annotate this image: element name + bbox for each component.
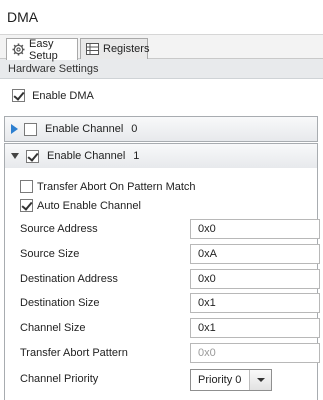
destination-size-input[interactable] (190, 293, 320, 313)
section-hardware-settings: Hardware Settings (0, 59, 323, 79)
enable-channel-1-label: Enable Channel (47, 150, 126, 162)
transfer-abort-pattern-input[interactable] (190, 343, 320, 363)
window-title: DMA (0, 0, 323, 35)
enable-dma-row[interactable]: Enable DMA (12, 89, 94, 102)
transfer-abort-pattern-label: Transfer Abort Pattern (20, 347, 128, 359)
chevron-down-icon (256, 378, 265, 382)
enable-dma-label: Enable DMA (32, 89, 94, 102)
destination-size-label: Destination Size (20, 297, 100, 309)
enable-channel-1-checkbox[interactable] (26, 149, 39, 163)
channel-1-index: 1 (133, 150, 140, 162)
channel-size-row: Channel Size (20, 318, 320, 340)
channel-priority-select[interactable]: Priority 0 (190, 369, 272, 391)
source-size-label: Source Size (20, 248, 80, 260)
channel-size-input[interactable] (190, 318, 320, 338)
collapse-arrow-icon[interactable] (11, 153, 19, 159)
dropdown-button[interactable] (249, 370, 271, 390)
destination-address-row: Destination Address (20, 269, 320, 291)
auto-enable-label: Auto Enable Channel (37, 199, 141, 212)
source-size-input[interactable] (190, 244, 320, 264)
auto-enable-option[interactable]: Auto Enable Channel (20, 199, 141, 212)
source-address-row: Source Address (20, 219, 320, 241)
channel-0-header[interactable]: Enable Channel 0 (5, 117, 317, 141)
auto-enable-checkbox[interactable] (20, 199, 33, 212)
channel-priority-row: Channel Priority Priority 0 (20, 369, 320, 391)
registers-icon (86, 43, 99, 55)
enable-channel-0-checkbox[interactable] (24, 122, 37, 136)
gear-icon (12, 43, 25, 56)
enable-dma-checkbox[interactable] (12, 89, 25, 102)
tab-registers-label: Registers (103, 43, 150, 55)
transfer-abort-checkbox[interactable] (20, 180, 33, 193)
source-size-row: Source Size (20, 244, 320, 266)
expand-arrow-icon[interactable] (11, 124, 18, 134)
channel-0-panel: Enable Channel 0 (4, 116, 318, 142)
channel-0-index: 0 (131, 123, 138, 135)
transfer-abort-pattern-row: Transfer Abort Pattern (20, 343, 320, 365)
tab-easy-setup[interactable]: Easy Setup (6, 37, 78, 62)
channel-priority-label: Channel Priority (20, 373, 99, 385)
destination-size-row: Destination Size (20, 293, 320, 315)
destination-address-input[interactable] (190, 269, 320, 289)
channel-1-header[interactable]: Enable Channel 1 (5, 144, 317, 168)
tab-strip: Easy Setup Registers (0, 35, 323, 62)
source-address-label: Source Address (20, 223, 98, 235)
tab-easy-setup-label: Easy Setup (29, 37, 58, 62)
tab-registers[interactable]: Registers (80, 38, 150, 59)
enable-channel-0-label: Enable Channel (45, 123, 124, 135)
channel-size-label: Channel Size (20, 322, 86, 334)
transfer-abort-option[interactable]: Transfer Abort On Pattern Match (20, 180, 196, 193)
channel-priority-value: Priority 0 (198, 374, 242, 386)
destination-address-label: Destination Address (20, 273, 118, 285)
transfer-abort-label: Transfer Abort On Pattern Match (37, 180, 196, 193)
source-address-input[interactable] (190, 219, 320, 239)
